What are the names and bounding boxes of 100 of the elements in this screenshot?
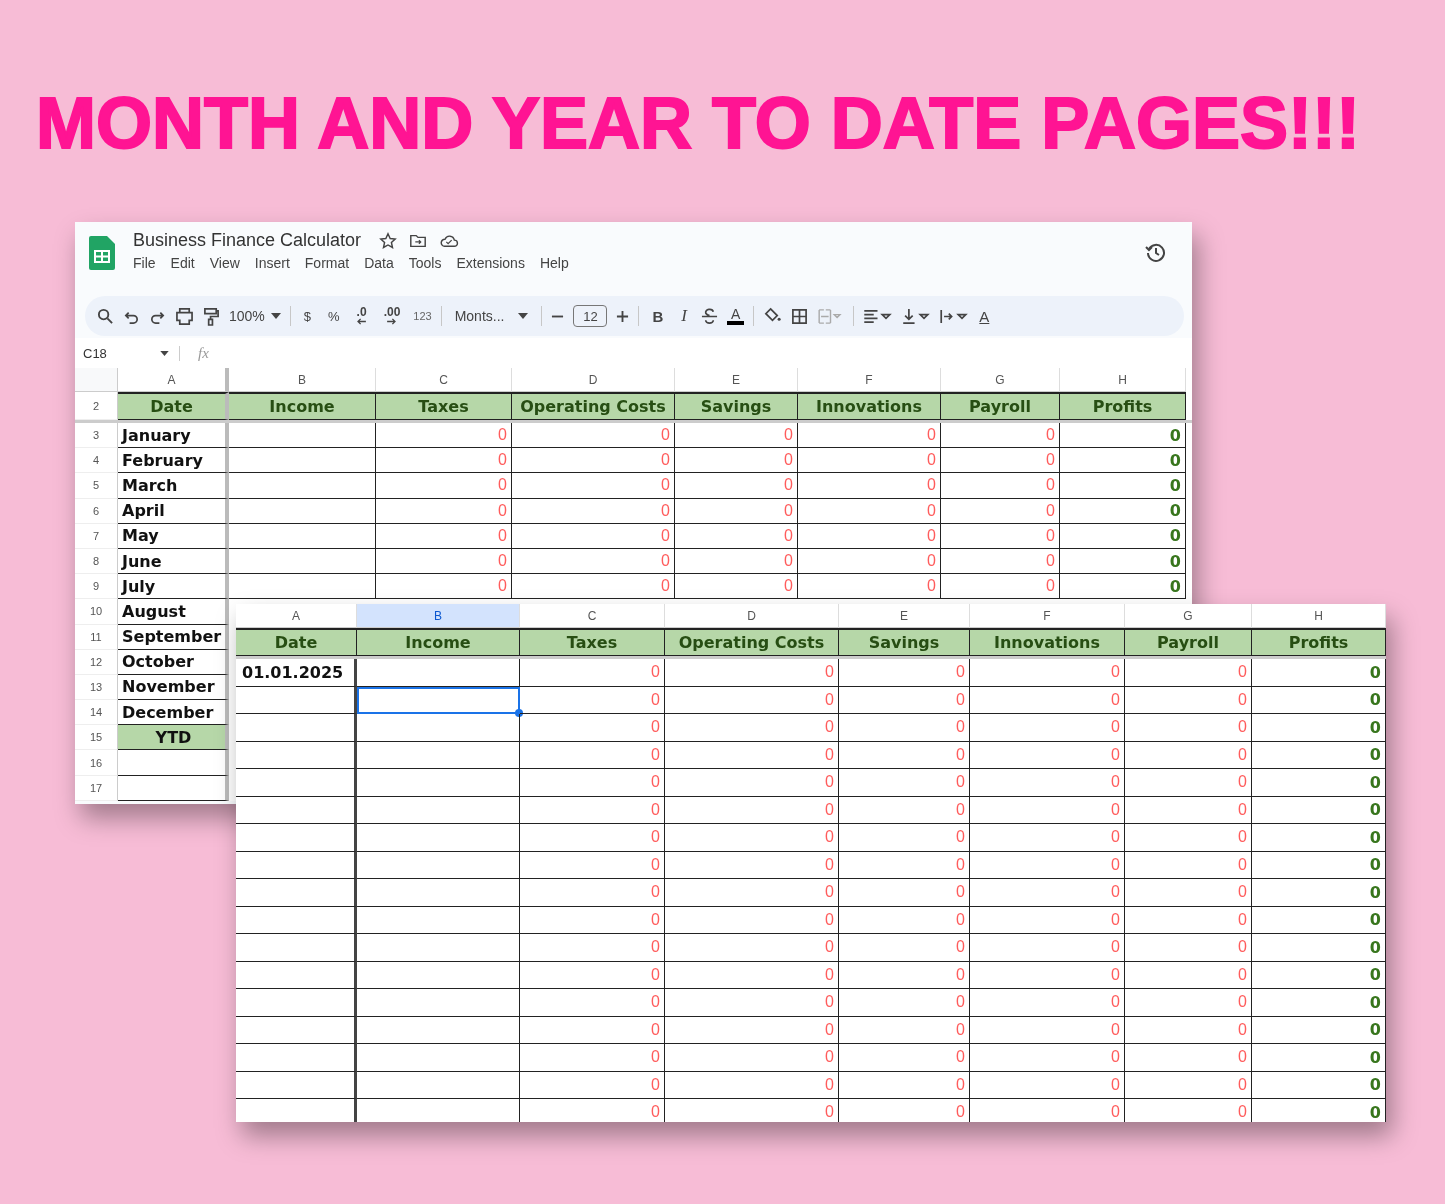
- search-icon[interactable]: [97, 307, 114, 325]
- header-cell: Date: [236, 628, 357, 656]
- strikethrough-icon[interactable]: [701, 307, 718, 325]
- column-header[interactable]: G: [1125, 604, 1252, 628]
- column-header[interactable]: D: [512, 368, 675, 392]
- row-number[interactable]: 8: [75, 548, 118, 575]
- column-header[interactable]: F: [798, 368, 941, 392]
- table-cell: 0: [970, 659, 1125, 687]
- currency-button[interactable]: $: [299, 308, 316, 324]
- decrease-decimals-button[interactable]: .0: [352, 307, 371, 325]
- row-number[interactable]: 6: [75, 498, 118, 524]
- right-arrow-icon: [387, 318, 397, 325]
- row-number[interactable]: 4: [75, 448, 118, 474]
- menu-item[interactable]: Edit: [170, 255, 195, 271]
- italic-button[interactable]: I: [676, 306, 692, 326]
- table-cell: 0: [665, 1016, 839, 1044]
- row-number[interactable]: 2: [75, 392, 118, 420]
- table-cell: 0: [941, 473, 1060, 499]
- font-dropdown[interactable]: Monts...: [450, 308, 533, 324]
- table-cell: 0: [1252, 1016, 1386, 1044]
- table-cell[interactable]: [357, 961, 520, 989]
- table-cell: 0: [839, 796, 970, 824]
- column-header[interactable]: A: [236, 604, 357, 628]
- percent-button[interactable]: %: [324, 308, 344, 324]
- row-number[interactable]: 14: [75, 700, 118, 726]
- table-cell[interactable]: [357, 714, 520, 742]
- row-number[interactable]: 13: [75, 674, 118, 701]
- menu-item[interactable]: Help: [539, 255, 569, 271]
- paint-roller-icon[interactable]: [203, 306, 220, 326]
- menu-item[interactable]: Data: [364, 255, 394, 271]
- text-color-button[interactable]: A: [727, 307, 745, 325]
- header-cell: Innovations: [970, 628, 1125, 656]
- table-cell[interactable]: [357, 934, 520, 962]
- headline: MONTH AND YEAR TO DATE PAGES!!!: [36, 82, 1361, 164]
- row-number[interactable]: 17: [75, 775, 118, 801]
- table-cell: 0: [512, 498, 675, 524]
- table-cell[interactable]: [357, 879, 520, 907]
- row-number[interactable]: 9: [75, 574, 118, 600]
- column-header[interactable]: E: [675, 368, 798, 392]
- table-cell: 0: [520, 714, 665, 742]
- table-cell[interactable]: [357, 824, 520, 852]
- column-header[interactable]: C: [520, 604, 665, 628]
- table-cell[interactable]: [357, 1071, 520, 1099]
- table-cell[interactable]: [357, 1044, 520, 1072]
- table-cell: March: [118, 473, 229, 499]
- star-icon[interactable]: [379, 231, 398, 250]
- column-header[interactable]: C: [376, 368, 512, 392]
- menu-item[interactable]: Extensions: [456, 255, 525, 271]
- row-number[interactable]: 11: [75, 624, 118, 650]
- number-format-button[interactable]: 123: [413, 310, 432, 322]
- row-number[interactable]: 12: [75, 649, 118, 675]
- column-header[interactable]: D: [665, 604, 839, 628]
- table-cell: 0: [675, 498, 798, 524]
- table-cell[interactable]: [357, 741, 520, 769]
- row-number[interactable]: 5: [75, 473, 118, 499]
- table-cell: 0: [970, 961, 1125, 989]
- font-size-field[interactable]: 12: [573, 305, 608, 327]
- table-cell[interactable]: [357, 659, 520, 687]
- row-number[interactable]: 10: [75, 599, 118, 625]
- header-cell: Income: [229, 392, 376, 420]
- table-cell[interactable]: [357, 851, 520, 879]
- table-cell[interactable]: [357, 686, 520, 714]
- table-cell[interactable]: [357, 769, 520, 797]
- increase-decimals-button[interactable]: .00: [379, 307, 405, 325]
- table-cell[interactable]: [357, 796, 520, 824]
- table-cell[interactable]: [357, 1016, 520, 1044]
- vertical-align-icon[interactable]: [901, 307, 931, 325]
- row-number[interactable]: 7: [75, 523, 118, 549]
- zoom-dropdown[interactable]: 100%: [229, 308, 281, 324]
- align-left-icon[interactable]: [863, 307, 893, 325]
- plus-icon[interactable]: [616, 309, 630, 323]
- table-cell[interactable]: [357, 906, 520, 934]
- menu-item[interactable]: Tools: [408, 255, 442, 271]
- menu-item[interactable]: Format: [304, 255, 350, 271]
- bold-button[interactable]: B: [648, 307, 668, 325]
- row-number[interactable]: 3: [75, 423, 118, 449]
- table-cell: 0: [1125, 1016, 1252, 1044]
- row-number[interactable]: 16: [75, 750, 118, 776]
- column-header[interactable]: H: [1060, 368, 1186, 392]
- table-cell[interactable]: [357, 989, 520, 1017]
- column-header[interactable]: H: [1252, 604, 1386, 628]
- text-rotation-button[interactable]: A: [977, 307, 992, 325]
- menu-item[interactable]: View: [209, 255, 240, 271]
- table-cell: 0: [798, 523, 941, 549]
- borders-icon[interactable]: [791, 307, 809, 325]
- column-header[interactable]: A: [118, 368, 229, 392]
- text-wrap-icon[interactable]: [939, 307, 969, 325]
- print-icon[interactable]: [175, 307, 194, 325]
- menu-item[interactable]: Insert: [254, 255, 290, 271]
- column-header[interactable]: B: [229, 368, 376, 392]
- table-cell: 0: [970, 1099, 1125, 1122]
- menu-item[interactable]: File: [133, 255, 156, 271]
- column-header[interactable]: E: [839, 604, 970, 628]
- column-header[interactable]: F: [970, 604, 1125, 628]
- row-number[interactable]: 15: [75, 725, 118, 751]
- document-title[interactable]: Business Finance Calculator: [133, 230, 362, 251]
- column-header[interactable]: B: [357, 604, 520, 628]
- name-box[interactable]: C18: [83, 345, 180, 361]
- column-header[interactable]: G: [941, 368, 1060, 392]
- cloud-icon[interactable]: [439, 232, 460, 249]
